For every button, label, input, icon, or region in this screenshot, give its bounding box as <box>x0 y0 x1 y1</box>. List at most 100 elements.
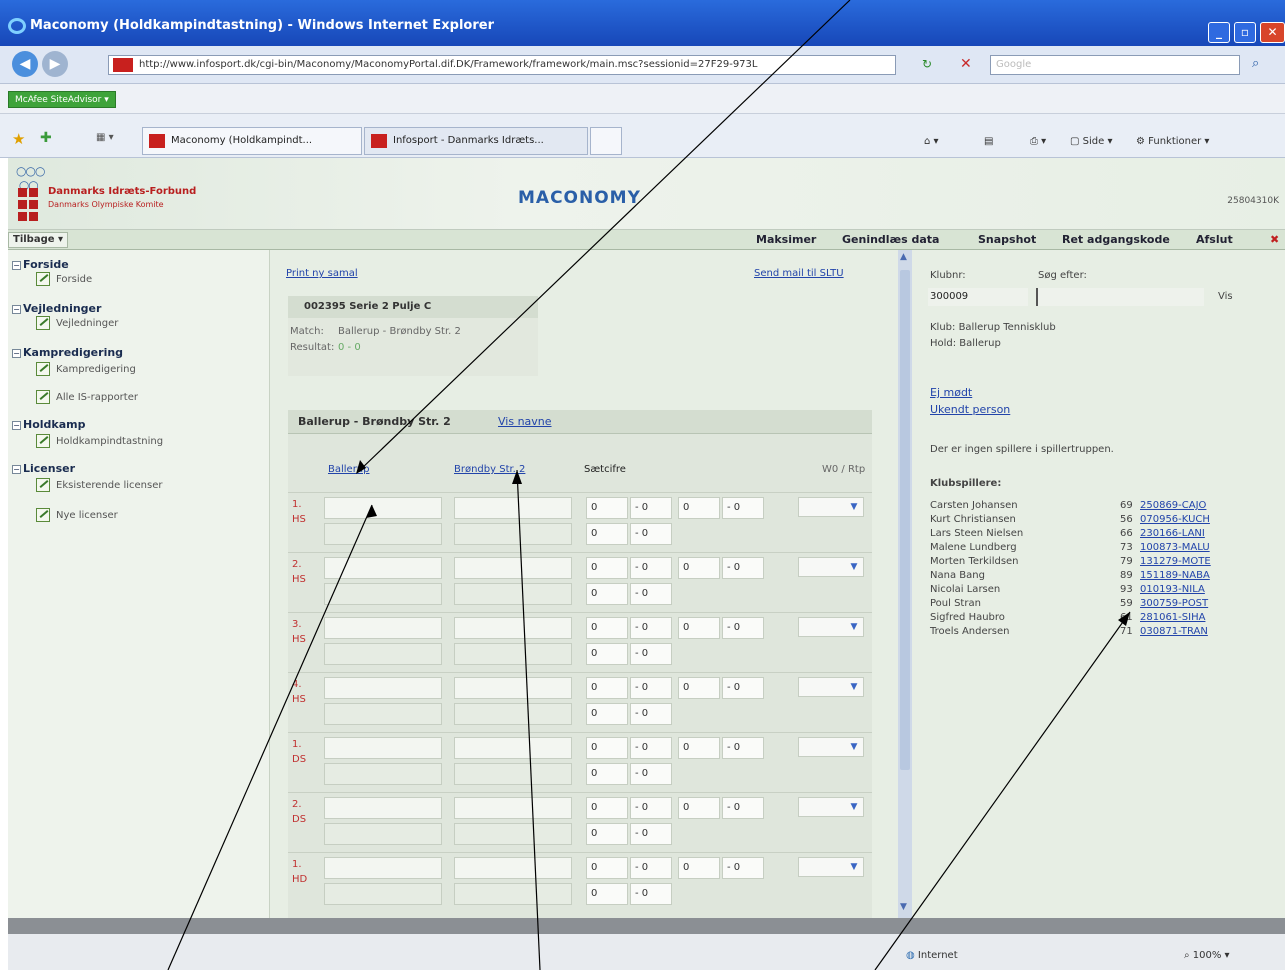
home-player-field[interactable] <box>324 857 442 879</box>
nav-section-licenser[interactable]: − Licenser <box>12 462 75 475</box>
collapse-icon[interactable]: − <box>12 261 21 270</box>
set2-home-input[interactable]: 0 <box>678 677 720 699</box>
set2-home-input[interactable]: 0 <box>678 857 720 879</box>
player-code-link[interactable]: 100873-MALU <box>1140 542 1210 553</box>
nav-item-kampredigering[interactable]: Kampredigering <box>36 362 136 376</box>
set1-away-input[interactable]: - 0 <box>630 857 672 879</box>
home-player-field[interactable] <box>324 797 442 819</box>
menu-genindlaes-data[interactable]: Genindlæs data <box>842 232 939 248</box>
print-link[interactable]: Print ny samal <box>286 268 358 279</box>
collapse-icon[interactable]: − <box>12 465 21 474</box>
set3-away-input[interactable]: - 0 <box>630 523 672 545</box>
show-names-link[interactable]: Vis navne <box>498 415 552 428</box>
home-player-field[interactable] <box>324 677 442 699</box>
print-icon[interactable]: ⎙ ▾ <box>1030 136 1046 147</box>
set3-away-input[interactable]: - 0 <box>630 883 672 905</box>
away-partner-field[interactable] <box>454 583 572 605</box>
home-partner-field[interactable] <box>324 883 442 905</box>
wo-select[interactable]: ▼ <box>798 677 864 697</box>
set1-home-input[interactable]: 0 <box>586 557 628 579</box>
player-code-link[interactable]: 300759-POST <box>1140 598 1208 609</box>
col-away[interactable]: Brøndby Str. 2 <box>454 464 525 475</box>
collapse-icon[interactable]: − <box>12 349 21 358</box>
menu-afslut[interactable]: Afslut <box>1196 232 1233 248</box>
home-partner-field[interactable] <box>324 583 442 605</box>
nav-item-holdkampindtastning[interactable]: Holdkampindtastning <box>36 434 163 448</box>
minimize-button[interactable]: _ <box>1208 22 1230 43</box>
player-code-link[interactable]: 281061-SIHA <box>1140 612 1205 623</box>
set3-home-input[interactable]: 0 <box>586 883 628 905</box>
home-player-field[interactable] <box>324 617 442 639</box>
menu-snapshot[interactable]: Snapshot <box>978 232 1036 248</box>
set1-home-input[interactable]: 0 <box>586 737 628 759</box>
nav-item-vejledninger[interactable]: Vejledninger <box>36 316 118 330</box>
away-player-field[interactable] <box>454 797 572 819</box>
set1-home-input[interactable]: 0 <box>586 677 628 699</box>
away-player-field[interactable] <box>454 617 572 639</box>
away-partner-field[interactable] <box>454 523 572 545</box>
address-input[interactable]: http://www.infosport.dk/cgi-bin/Maconomy… <box>108 55 896 75</box>
home-partner-field[interactable] <box>324 643 442 665</box>
set3-home-input[interactable]: 0 <box>586 823 628 845</box>
menu-ret-adgangskode[interactable]: Ret adgangskode <box>1062 232 1170 248</box>
set3-home-input[interactable]: 0 <box>586 583 628 605</box>
back-arrow-icon[interactable]: ◀ <box>12 51 38 77</box>
back-button[interactable]: Tilbage ▾ <box>8 232 69 248</box>
set2-away-input[interactable]: - 0 <box>722 497 764 519</box>
nav-item-is-rapporter[interactable]: Alle IS-rapporter <box>36 390 138 404</box>
no-show-link[interactable]: Ej mødt <box>930 386 972 399</box>
scroll-down-icon[interactable]: ▼ <box>900 902 907 912</box>
away-player-field[interactable] <box>454 857 572 879</box>
set3-home-input[interactable]: 0 <box>586 643 628 665</box>
col-home[interactable]: Ballerup <box>328 464 370 475</box>
wo-select[interactable]: ▼ <box>798 857 864 877</box>
away-partner-field[interactable] <box>454 763 572 785</box>
search-icon[interactable]: ⌕ <box>1252 56 1259 71</box>
close-button[interactable]: ✕ <box>1260 22 1285 43</box>
set2-home-input[interactable]: 0 <box>678 737 720 759</box>
set2-away-input[interactable]: - 0 <box>722 617 764 639</box>
maximize-button[interactable]: ▫ <box>1234 22 1256 43</box>
wo-select[interactable]: ▼ <box>798 617 864 637</box>
player-search-input[interactable] <box>1036 288 1204 306</box>
set2-home-input[interactable]: 0 <box>678 497 720 519</box>
away-player-field[interactable] <box>454 497 572 519</box>
wo-select[interactable]: ▼ <box>798 737 864 757</box>
set3-home-input[interactable]: 0 <box>586 523 628 545</box>
home-player-field[interactable] <box>324 497 442 519</box>
player-code-link[interactable]: 010193-NILA <box>1140 584 1205 595</box>
set1-home-input[interactable]: 0 <box>586 797 628 819</box>
away-player-field[interactable] <box>454 677 572 699</box>
set3-away-input[interactable]: - 0 <box>630 703 672 725</box>
home-partner-field[interactable] <box>324 763 442 785</box>
favorites-star-icon[interactable]: ★ <box>12 130 25 148</box>
nav-item-forside[interactable]: Forside <box>36 272 92 286</box>
set2-away-input[interactable]: - 0 <box>722 857 764 879</box>
set2-home-input[interactable]: 0 <box>678 797 720 819</box>
set3-away-input[interactable]: - 0 <box>630 583 672 605</box>
nav-section-holdkamp[interactable]: − Holdkamp <box>12 418 85 431</box>
scroll-thumb[interactable] <box>900 270 910 770</box>
zoom-control[interactable]: ⌕ 100% ▾ <box>1184 950 1230 961</box>
show-button[interactable]: Vis <box>1218 291 1233 302</box>
tab-maconomy[interactable]: Maconomy (Holdkampindt... <box>142 127 362 155</box>
home-partner-field[interactable] <box>324 703 442 725</box>
set1-home-input[interactable]: 0 <box>586 857 628 879</box>
tab-infosport[interactable]: Infosport - Danmarks Idræts... <box>364 127 588 155</box>
wo-select[interactable]: ▼ <box>798 797 864 817</box>
tools-menu[interactable]: ⚙ Funktioner ▾ <box>1136 136 1209 147</box>
main-scrollbar[interactable]: ▲ ▼ <box>898 250 912 918</box>
set3-away-input[interactable]: - 0 <box>630 763 672 785</box>
set1-home-input[interactable]: 0 <box>586 497 628 519</box>
home-icon[interactable]: ⌂ ▾ <box>924 136 939 147</box>
close-app-icon[interactable]: ✖ <box>1270 232 1279 248</box>
quick-tabs-icon[interactable]: ▦ ▾ <box>96 132 114 143</box>
set2-away-input[interactable]: - 0 <box>722 737 764 759</box>
send-mail-link[interactable]: Send mail til SLTU <box>754 268 844 279</box>
player-code-link[interactable]: 030871-TRAN <box>1140 626 1208 637</box>
set1-home-input[interactable]: 0 <box>586 617 628 639</box>
player-code-link[interactable]: 151189-NABA <box>1140 570 1210 581</box>
new-tab-button[interactable] <box>590 127 622 155</box>
add-favorites-icon[interactable]: ✚ <box>40 130 52 146</box>
set2-away-input[interactable]: - 0 <box>722 557 764 579</box>
